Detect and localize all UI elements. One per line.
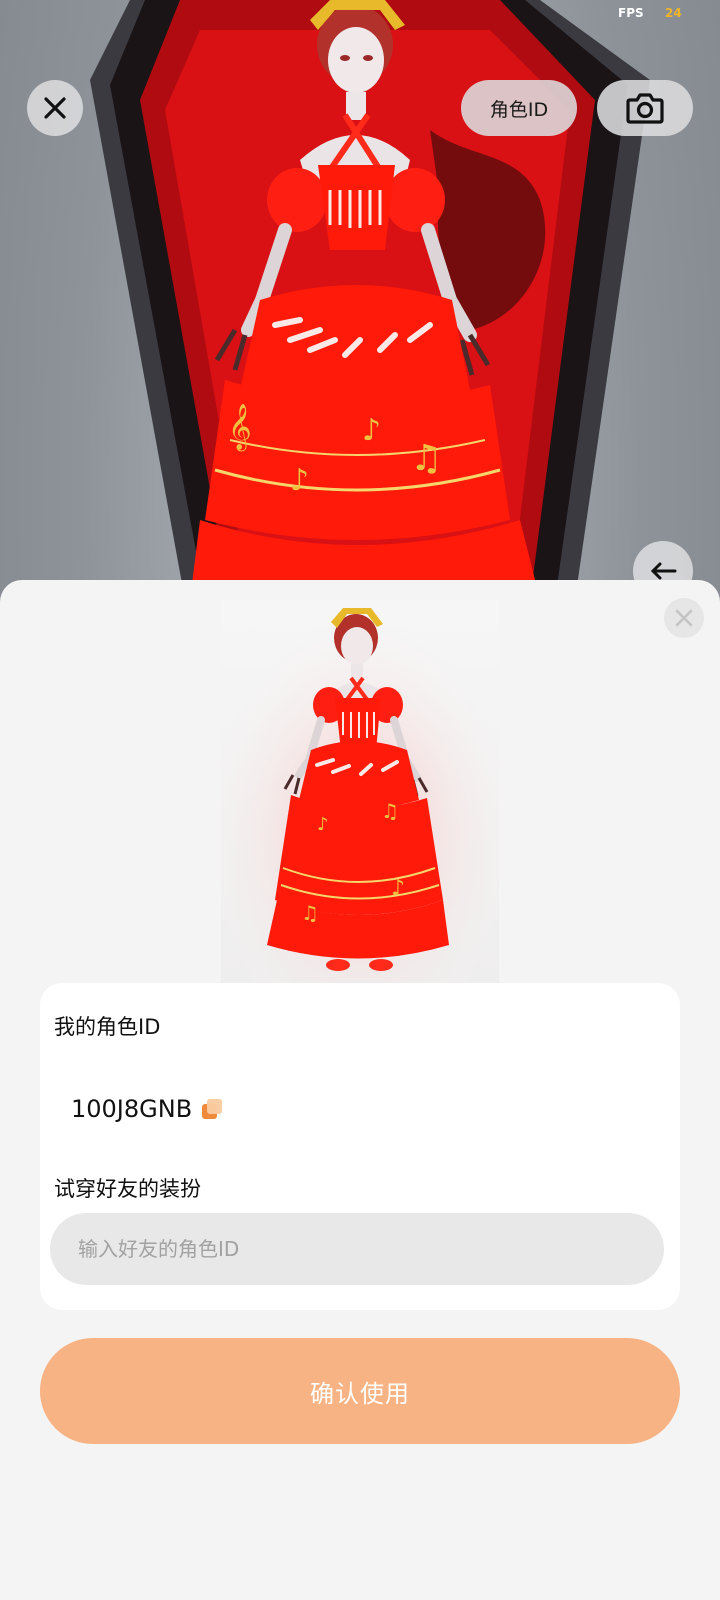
svg-text:𝄞: 𝄞 [228, 404, 252, 452]
fps-label: FPS [618, 6, 644, 20]
svg-text:♪: ♪ [317, 814, 329, 835]
friend-id-input[interactable] [50, 1213, 664, 1285]
my-role-id-value: 100J8GNB [71, 1095, 193, 1123]
close-icon [44, 97, 66, 119]
svg-text:♪: ♪ [391, 876, 405, 901]
back-arrow-icon [650, 562, 677, 580]
friend-id-field [50, 1213, 664, 1285]
camera-icon [626, 93, 664, 124]
avatar-preview-figure: ♫ ♪ ♪ ♫ [221, 600, 499, 983]
confirm-button[interactable]: 确认使用 [40, 1338, 680, 1444]
try-on-friend-label: 试穿好友的装扮 [54, 1177, 201, 1201]
sheet-close-button[interactable] [664, 598, 704, 638]
camera-button[interactable] [597, 80, 693, 136]
avatar-preview-image: ♫ ♪ ♪ ♫ [221, 600, 499, 983]
close-button[interactable] [27, 80, 83, 136]
svg-text:♫: ♫ [410, 438, 442, 479]
copy-icon [202, 1099, 223, 1119]
svg-text:♪: ♪ [362, 413, 381, 448]
role-id-button[interactable]: 角色ID [461, 80, 577, 136]
avatar-editor-screen: ♫ ♪ ♪ 𝄞 FPS 24 角色ID ♫ ♪ ♪ ♫ 我的角色ID 100J8… [0, 0, 720, 1600]
svg-text:♫: ♫ [301, 901, 319, 925]
my-role-id-row: 100J8GNB [71, 1095, 224, 1123]
close-icon [675, 609, 693, 627]
svg-text:♪: ♪ [290, 463, 309, 498]
fps-value: 24 [665, 6, 682, 20]
svg-text:♫: ♫ [381, 799, 399, 823]
copy-button[interactable] [200, 1097, 224, 1121]
role-id-card: 我的角色ID 100J8GNB 试穿好友的装扮 [40, 983, 680, 1310]
my-role-id-label: 我的角色ID [54, 1015, 161, 1039]
